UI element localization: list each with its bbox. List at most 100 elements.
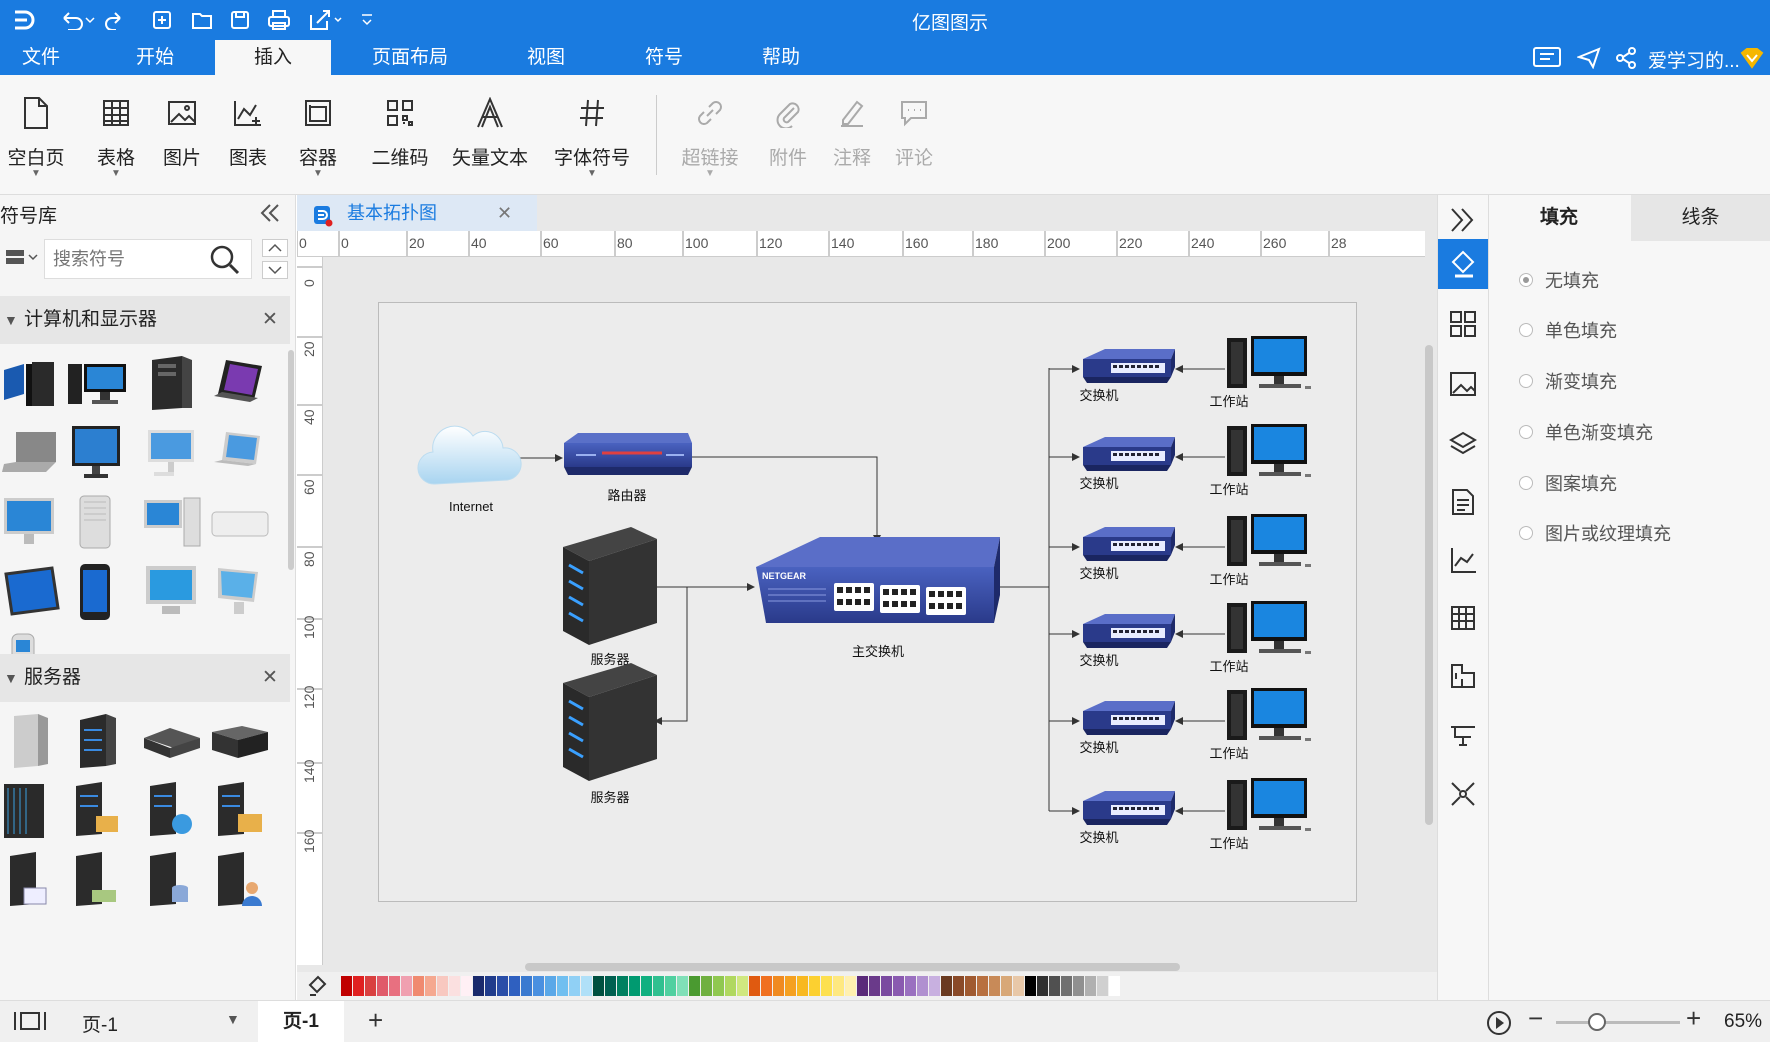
attachment-button[interactable]: 附件 [762,93,814,170]
shape-ftp-server[interactable] [208,778,272,842]
qrcode-button[interactable]: 二维码 [368,93,432,170]
color-swatch[interactable] [929,976,940,996]
radio-button[interactable] [1519,476,1533,490]
add-page-icon[interactable]: + [368,1005,383,1036]
shape-server-cabinet[interactable] [0,778,64,842]
color-swatch[interactable] [341,976,352,996]
color-swatch[interactable] [1049,976,1060,996]
menu-help[interactable]: 帮助 [735,40,827,75]
color-swatch[interactable] [1001,976,1012,996]
color-swatch[interactable] [797,976,808,996]
close-category-icon[interactable]: ✕ [262,296,278,344]
floor-plan-icon[interactable] [1438,651,1488,701]
page-panel-toggle-icon[interactable] [12,1010,48,1038]
option-pattern-fill[interactable]: 图案填充 [1519,470,1617,496]
shape-computer-monitor[interactable] [66,350,130,414]
mindmap-icon[interactable] [1438,769,1488,819]
shape-smartphone[interactable] [66,560,130,624]
expand-panel-icon[interactable] [1438,195,1488,245]
data-chart-icon[interactable] [1438,535,1488,585]
container-button[interactable]: 容器 ▼ [290,93,346,179]
tab-line[interactable]: 线条 [1631,195,1770,241]
comment-button[interactable]: 评论 [888,93,940,170]
color-swatch[interactable] [941,976,952,996]
color-swatch[interactable] [413,976,424,996]
radio-button[interactable] [1519,425,1533,439]
menu-symbol[interactable]: 符号 [620,40,708,75]
color-swatch[interactable] [677,976,688,996]
color-swatch[interactable] [1073,976,1084,996]
radio-button[interactable] [1519,273,1533,287]
page-dropdown-icon[interactable]: ▼ [226,1011,240,1027]
table-panel-icon[interactable] [1438,593,1488,643]
color-swatch[interactable] [881,976,892,996]
picture-button[interactable]: 图片 [156,93,208,170]
close-category-icon[interactable]: ✕ [262,654,278,702]
shape-imac-with-tower[interactable] [140,490,204,554]
send-icon[interactable] [1574,44,1604,72]
zoom-level[interactable]: 65% [1724,1011,1762,1033]
shapes-grid-icon[interactable] [1438,299,1488,349]
color-swatch[interactable] [809,976,820,996]
color-swatch[interactable] [509,976,520,996]
shape-desktop-tower[interactable] [0,350,64,414]
scroll-up-icon[interactable] [262,239,288,257]
shape-mac-mini[interactable] [208,490,272,554]
color-swatch[interactable] [665,976,676,996]
shape-tablet[interactable] [0,560,64,624]
color-swatch[interactable] [905,976,916,996]
zoom-in-icon[interactable]: + [1686,1003,1701,1034]
library-menu-icon[interactable] [4,247,40,271]
document-tab[interactable]: 基本拓扑图 ✕ [297,195,537,231]
menu-file[interactable]: 文件 [0,40,82,75]
hyperlink-button[interactable]: 超链接 ▼ [676,93,744,179]
shape-mail-server[interactable] [0,848,64,912]
shape-mac-pro[interactable] [66,490,130,554]
user-name[interactable]: 爱学习的... [1648,46,1740,73]
shape-blade-server[interactable] [208,708,272,772]
paint-bucket-icon[interactable] [297,972,337,1000]
color-swatch[interactable] [989,976,1000,996]
page-list-name[interactable]: 页-1 [82,1010,118,1037]
shape-web-server[interactable] [140,778,204,842]
color-swatch[interactable] [1109,976,1120,996]
vector-text-button[interactable]: 矢量文本 [450,93,530,170]
current-page-tab[interactable]: 页-1 [258,1001,344,1043]
shape-crt-monitor[interactable] [140,560,204,624]
color-swatch[interactable] [629,976,640,996]
shape-notebook[interactable] [0,420,64,484]
color-swatch[interactable] [377,976,388,996]
color-swatch[interactable] [1037,976,1048,996]
color-swatch[interactable] [869,976,880,996]
color-swatch[interactable] [365,976,376,996]
color-swatch[interactable] [497,976,508,996]
shape-laptop[interactable] [208,350,272,414]
color-swatch[interactable] [917,976,928,996]
color-swatch[interactable] [1085,976,1096,996]
play-icon[interactable] [1486,1010,1512,1042]
color-swatch[interactable] [833,976,844,996]
tab-fill[interactable]: 填充 [1489,195,1629,241]
shape-lcd-monitor[interactable] [66,420,130,484]
drawing-page[interactable]: Internet 路由器 服务器 服务器 NETGEAR 主交换机 交换机 工作… [378,302,1357,902]
layers-icon[interactable] [1438,419,1488,469]
color-swatch[interactable] [605,976,616,996]
shape-imac[interactable] [140,420,204,484]
color-swatch[interactable] [857,976,868,996]
color-swatch[interactable] [641,976,652,996]
shape-user-server[interactable] [208,848,272,912]
scroll-down-icon[interactable] [262,261,288,279]
option-no-fill[interactable]: 无填充 [1519,267,1599,293]
color-swatch[interactable] [425,976,436,996]
shape-server-white[interactable] [0,708,64,772]
color-swatch[interactable] [593,976,604,996]
shape-database-server[interactable] [140,848,204,912]
color-swatch[interactable] [389,976,400,996]
fill-tool-icon[interactable] [1438,239,1488,289]
option-gradient-fill[interactable]: 渐变填充 [1519,368,1617,394]
color-swatch[interactable] [449,976,460,996]
color-swatch[interactable] [761,976,772,996]
menu-home[interactable]: 开始 [105,40,205,75]
shape-server-black[interactable] [66,708,130,772]
page-properties-icon[interactable] [1438,477,1488,527]
